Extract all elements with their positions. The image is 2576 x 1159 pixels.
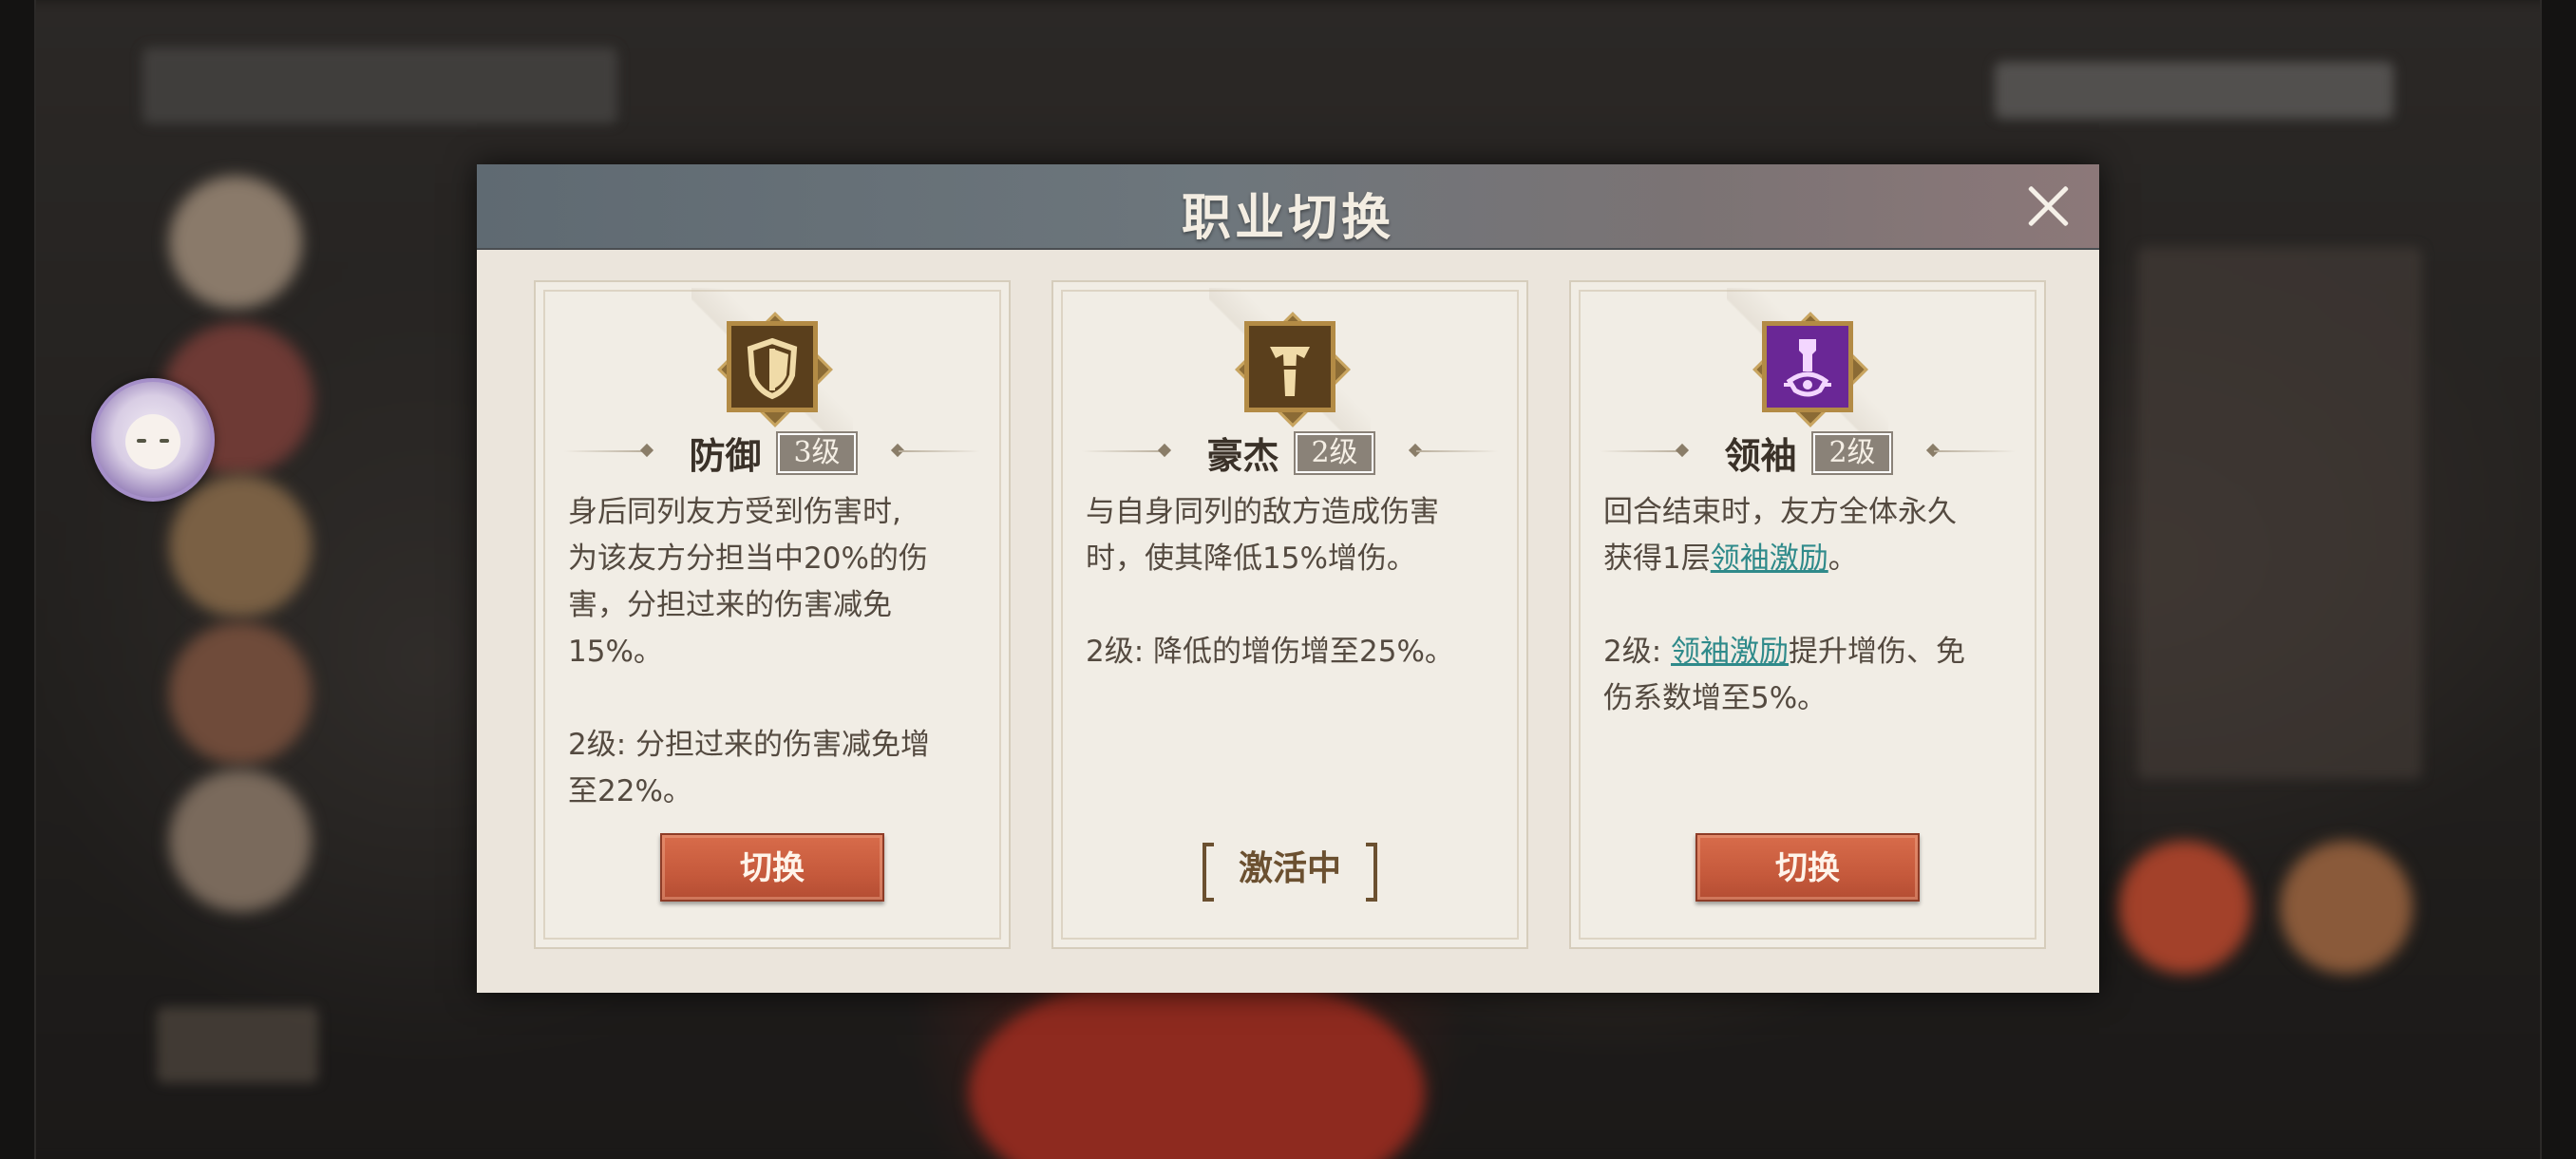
upgrade-line: 伤系数增至5%。 [1603, 681, 1828, 715]
banner-glyph [1270, 347, 1310, 396]
upgrade-line: 2级: 领袖激励提升增伤、免 [1603, 629, 2016, 675]
bg-skill-icon-2 [2280, 841, 2413, 974]
switch-button[interactable]: 切换 [660, 833, 884, 902]
name-row: 防御 3级 [536, 427, 1009, 477]
desc-text: 获得1层 [1603, 542, 1711, 576]
class-description: 回合结束时，友方全体永久 获得1层领袖激励。 2级: 领袖激励提升增伤、免 伤系… [1603, 489, 2016, 722]
desc-line: 与自身同列的敌方造成伤害 [1086, 495, 1439, 529]
dialog-title: 职业切换 [1181, 189, 1394, 247]
upgrade-line: 2级: 分担过来的伤害减免增 [568, 728, 931, 762]
dialog-header: 职业切换 [477, 164, 2099, 250]
keyword-link-leader-inspire[interactable]: 领袖激励 [1711, 542, 1828, 576]
desc-gap [568, 675, 980, 722]
desc-line: 为该友方分担当中20%的伤 [568, 542, 928, 576]
bg-hero-portrait-3 [169, 475, 312, 618]
class-name: 豪杰 [1206, 434, 1279, 477]
bg-skill-icon-1 [2118, 841, 2251, 974]
divider-right [899, 450, 980, 452]
name-row: 豪杰 2级 [1053, 427, 1526, 477]
class-switch-dialog: 职业切换 防御 3级 身后同列友方受到伤害时, 为该友方分担当中20%的伤 害，… [477, 164, 2099, 993]
desc-line: 获得1层领袖激励。 [1603, 536, 2016, 582]
bg-hero-portrait-4 [169, 622, 312, 765]
class-description: 身后同列友方受到伤害时, 为该友方分担当中20%的伤 害，分担过来的伤害减免 1… [568, 489, 980, 815]
desc-line: 害，分担过来的伤害减免 [568, 588, 892, 622]
desc-line: 回合结束时，友方全体永久 [1603, 495, 1957, 529]
class-name: 领袖 [1724, 434, 1797, 477]
class-card-defense: 防御 3级 身后同列友方受到伤害时, 为该友方分担当中20%的伤 害，分担过来的伤… [534, 280, 1011, 949]
player-avatar[interactable] [91, 378, 215, 502]
avatar-face [125, 414, 180, 469]
avatar-eye-left [137, 439, 146, 443]
bg-hero-portrait-5 [169, 770, 312, 912]
close-icon[interactable] [2025, 183, 2071, 229]
desc-gap [1086, 582, 1498, 629]
shield-glyph [747, 337, 798, 400]
bg-right-panel [2137, 247, 2422, 779]
keyword-link-leader-inspire[interactable]: 领袖激励 [1671, 635, 1789, 669]
level-badge: 3级 [776, 430, 858, 475]
name-center: 防御 3级 [536, 427, 1009, 479]
level-badge: 2级 [1811, 430, 1893, 475]
class-name: 防御 [689, 434, 762, 477]
screen-edge-right [2540, 0, 2576, 1159]
upgrade-text: 提升增伤、免 [1789, 635, 1966, 669]
screen-edge-left [0, 0, 36, 1159]
bg-top-right-bar [1995, 62, 2394, 119]
scepter-glyph [1784, 339, 1831, 397]
desc-line: 身后同列友方受到伤害时, [568, 495, 901, 529]
desc-gap [1603, 582, 2016, 629]
desc-line: 15%。 [568, 635, 663, 669]
bg-top-left-bar [142, 48, 617, 124]
name-center: 豪杰 2级 [1053, 427, 1526, 479]
desc-line: 时，使其降低15%增伤。 [1086, 542, 1416, 576]
class-description: 与自身同列的敌方造成伤害 时，使其降低15%增伤。 2级: 降低的增伤增至25%… [1086, 489, 1498, 675]
bg-hero-portrait-1 [169, 176, 302, 309]
class-card-leader: 领袖 2级 回合结束时，友方全体永久 获得1层领袖激励。 2级: 领袖激励提升增伤… [1569, 280, 2046, 949]
upgrade-line: 2级: 降低的增伤增至25%。 [1086, 635, 1454, 669]
banner-icon [1228, 305, 1352, 428]
name-row: 领袖 2级 [1571, 427, 2044, 477]
upgrade-text: 2级: [1603, 635, 1672, 669]
name-center: 领袖 2级 [1571, 427, 2044, 479]
scepter-icon [1746, 305, 1869, 428]
desc-text: 。 [1828, 542, 1858, 576]
divider-right [1934, 450, 2016, 452]
divider-right [1416, 450, 1498, 452]
upgrade-line: 至22%。 [568, 774, 692, 808]
active-status-label: 激活中 [1203, 841, 1377, 902]
avatar-eye-right [160, 439, 169, 443]
bg-bottom-left-button [157, 1007, 318, 1083]
shield-icon [710, 305, 834, 428]
switch-button[interactable]: 切换 [1695, 833, 1920, 902]
level-badge: 2级 [1294, 430, 1375, 475]
class-card-hero: 豪杰 2级 与自身同列的敌方造成伤害 时，使其降低15%增伤。 2级: 降低的增伤… [1051, 280, 1528, 949]
